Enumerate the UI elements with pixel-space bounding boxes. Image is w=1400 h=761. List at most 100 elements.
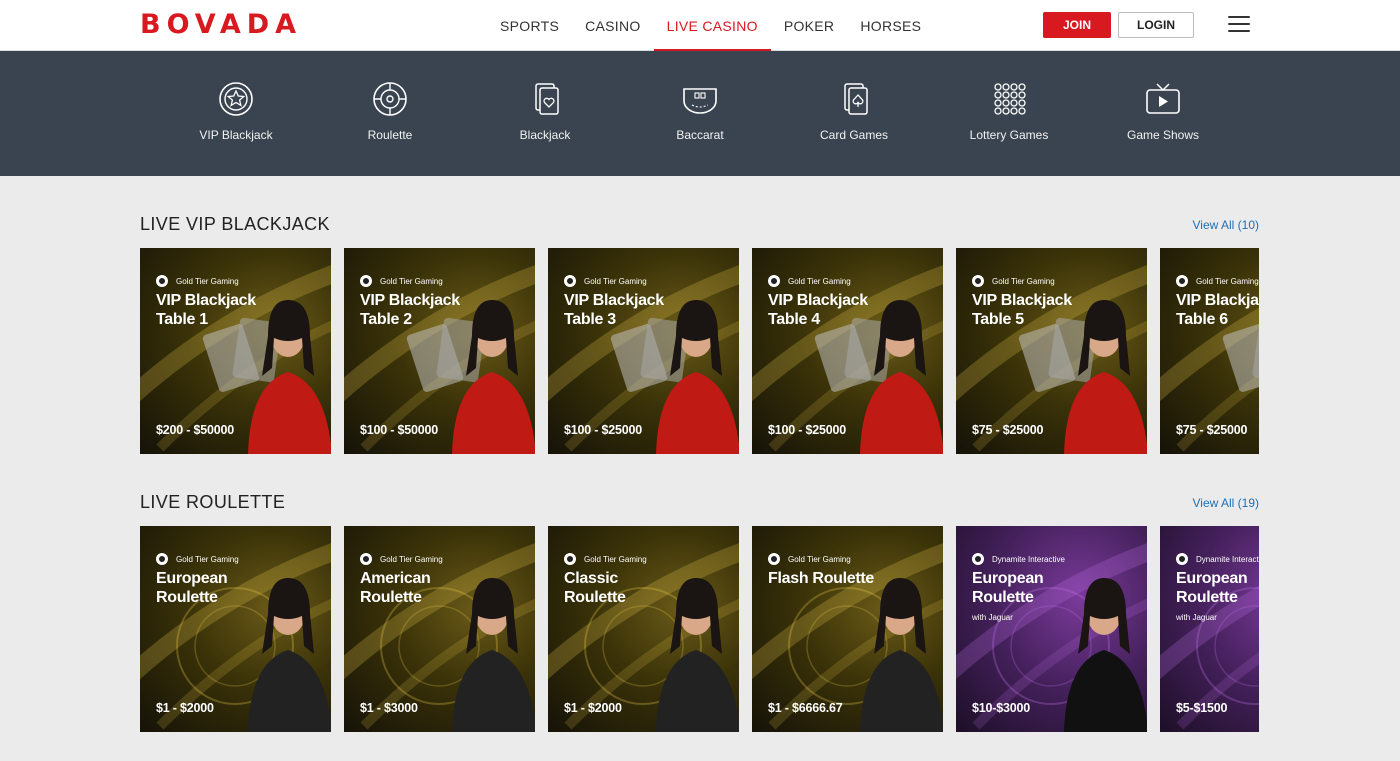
provider-logo-icon [156, 275, 168, 287]
category-baccarat[interactable]: Baccarat [625, 81, 775, 142]
provider-name: Gold Tier Gaming [788, 276, 851, 286]
game-card[interactable]: Gold Tier Gaming VIP Blackjack Table 3 $100… [548, 248, 739, 454]
category-card-games[interactable]: Card Games [779, 81, 929, 142]
game-title: European Roulette [1176, 569, 1259, 607]
game-card[interactable]: Gold Tier Gaming VIP Blackjack Table 2 $100… [344, 248, 535, 454]
game-title-line1: American [360, 570, 431, 587]
nav-poker[interactable]: POKER [771, 0, 848, 51]
provider-logo-icon [564, 275, 576, 287]
provider-label: Gold Tier Gaming [768, 275, 851, 287]
view-all-roulette-link[interactable]: View All (19) [1193, 496, 1259, 510]
bet-limits: $1 - $2000 [564, 701, 622, 715]
game-title-line2: Roulette [972, 589, 1034, 606]
provider-name: Gold Tier Gaming [992, 276, 1055, 286]
game-card[interactable]: Gold Tier Gaming VIP Blackjack Table 6 $75 … [1160, 248, 1259, 454]
game-title: Classic Roulette [564, 569, 714, 607]
game-title-line2: Table 6 [1176, 311, 1228, 328]
join-button[interactable]: JOIN [1043, 12, 1111, 38]
bet-limits: $75 - $25000 [1176, 423, 1248, 437]
nav-casino[interactable]: CASINO [572, 0, 653, 51]
game-title-line1: Flash Roulette [768, 570, 875, 587]
provider-logo-icon [972, 553, 984, 565]
bet-limits: $100 - $25000 [564, 423, 643, 437]
game-title-line2: Table 5 [972, 311, 1024, 328]
provider-name: Dynamite Interactive [1196, 554, 1259, 564]
provider-name: Gold Tier Gaming [584, 554, 647, 564]
provider-logo-icon [768, 275, 780, 287]
game-subtitle: with Jaguar [972, 613, 1013, 622]
login-button[interactable]: LOGIN [1118, 12, 1194, 38]
category-label: Lottery Games [969, 128, 1049, 142]
game-title-line1: VIP Blackjack [360, 292, 460, 309]
game-title-line1: VIP Blackjack [156, 292, 256, 309]
provider-label: Dynamite Interactive [1176, 553, 1259, 565]
hamburger-menu-icon[interactable] [1228, 16, 1250, 34]
provider-logo-icon [564, 553, 576, 565]
category-roulette[interactable]: Roulette [315, 81, 465, 142]
game-title: VIP Blackjack Table 1 [156, 291, 306, 329]
game-card[interactable]: Gold Tier Gaming VIP Blackjack Table 1 $200… [140, 248, 331, 454]
provider-label: Gold Tier Gaming [360, 275, 443, 287]
game-title-line2: Table 4 [768, 311, 820, 328]
game-title-line1: VIP Blackjack [564, 292, 664, 309]
provider-name: Gold Tier Gaming [788, 554, 851, 564]
provider-label: Gold Tier Gaming [156, 553, 239, 565]
game-card[interactable]: Gold Tier Gaming American Roulette $1 - $30… [344, 526, 535, 732]
game-title: VIP Blackjack Table 5 [972, 291, 1122, 329]
game-card[interactable]: Gold Tier Gaming European Roulette $1 - $20… [140, 526, 331, 732]
bet-limits: $1 - $3000 [360, 701, 418, 715]
bet-limits: $200 - $50000 [156, 423, 235, 437]
game-subtitle: with Jaguar [1176, 613, 1217, 622]
provider-logo-icon [1176, 275, 1188, 287]
game-card[interactable]: Dynamite Interactive European Roulette with… [956, 526, 1147, 732]
provider-label: Gold Tier Gaming [564, 553, 647, 565]
provider-name: Dynamite Interactive [992, 554, 1065, 564]
game-title-line2: Table 2 [360, 311, 412, 328]
provider-label: Gold Tier Gaming [564, 275, 647, 287]
blackjack-row: Gold Tier Gaming VIP Blackjack Table 1 $200… [140, 248, 1259, 454]
game-title-line1: European [972, 570, 1044, 587]
provider-name: Gold Tier Gaming [380, 554, 443, 564]
category-lottery-games[interactable]: Lottery Games [934, 81, 1084, 142]
provider-logo-icon [1176, 553, 1188, 565]
provider-logo-icon [972, 275, 984, 287]
view-all-blackjack-link[interactable]: View All (10) [1193, 218, 1259, 232]
provider-label: Gold Tier Gaming [1176, 275, 1259, 287]
category-label: Card Games [819, 128, 889, 142]
game-title: VIP Blackjack Table 6 [1176, 291, 1259, 329]
category-bar: VIP Blackjack Roulette Blackjack Baccara… [0, 51, 1400, 176]
category-vip-blackjack[interactable]: VIP Blackjack [161, 81, 311, 142]
game-title-line2: Roulette [1176, 589, 1238, 606]
game-card[interactable]: Gold Tier Gaming Classic Roulette $1 - $200… [548, 526, 739, 732]
bet-limits: $100 - $25000 [768, 423, 847, 437]
game-title-line1: VIP Blackjack [768, 292, 868, 309]
game-card[interactable]: Gold Tier Gaming VIP Blackjack Table 4 $100… [752, 248, 943, 454]
game-card[interactable]: Gold Tier Gaming Flash Roulette $1 - $6666… [752, 526, 943, 732]
nav-live-casino[interactable]: LIVE CASINO [653, 0, 772, 52]
main-nav: SPORTS CASINO LIVE CASINO POKER HORSES [487, 0, 934, 52]
bet-limits: $1 - $2000 [156, 701, 214, 715]
category-label: Baccarat [676, 128, 724, 142]
cards-heart-icon [535, 83, 559, 115]
provider-label: Gold Tier Gaming [360, 553, 443, 565]
bet-limits: $100 - $50000 [360, 423, 439, 437]
game-title-line2: Roulette [156, 589, 218, 606]
category-label: Blackjack [519, 128, 571, 142]
section-title-roulette: LIVE ROULETTE [140, 492, 286, 512]
bet-limits: $5-$1500 [1176, 701, 1228, 715]
nav-horses[interactable]: HORSES [847, 0, 934, 51]
roulette-wheel-icon [373, 82, 407, 116]
provider-logo-icon [360, 553, 372, 565]
game-card[interactable]: Dynamite Interactive European Roulette with… [1160, 526, 1259, 732]
category-game-shows[interactable]: Game Shows [1088, 81, 1238, 142]
category-blackjack[interactable]: Blackjack [470, 81, 620, 142]
game-card[interactable]: Gold Tier Gaming VIP Blackjack Table 5 $75 … [956, 248, 1147, 454]
provider-name: Gold Tier Gaming [380, 276, 443, 286]
bovada-logo[interactable]: BOVADA [140, 11, 302, 38]
provider-label: Gold Tier Gaming [972, 275, 1055, 287]
game-title: VIP Blackjack Table 2 [360, 291, 510, 329]
section-title-vip-blackjack: LIVE VIP BLACKJACK [140, 214, 330, 234]
nav-sports[interactable]: SPORTS [487, 0, 572, 51]
bet-limits: $1 - $6666.67 [768, 701, 843, 715]
game-title-line1: European [156, 570, 228, 587]
